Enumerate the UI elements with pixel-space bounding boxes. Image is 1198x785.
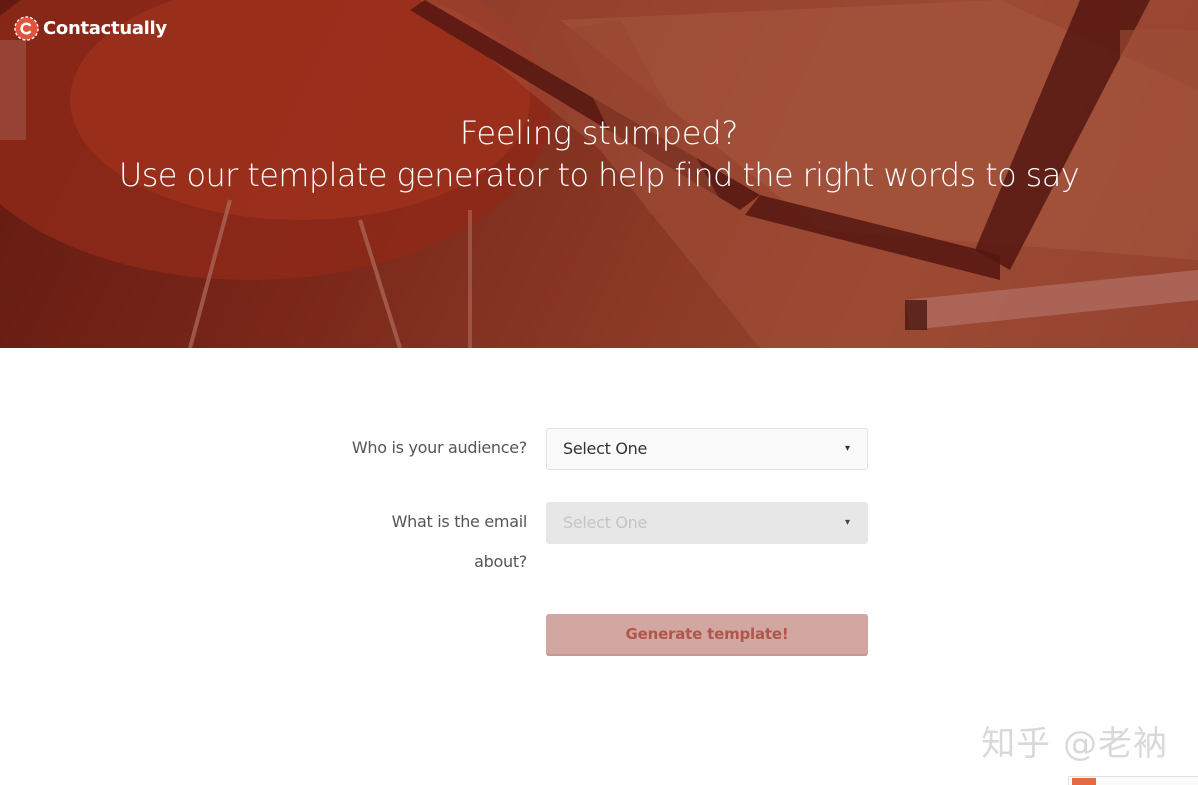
topic-label-line1: What is the email — [391, 512, 528, 531]
corner-widget[interactable] — [1068, 776, 1198, 785]
brand-name: Contactually — [43, 18, 167, 39]
topic-select[interactable]: Select One ▾ — [546, 502, 868, 544]
caret-down-icon: ▾ — [844, 517, 850, 528]
topic-label-line2: about? — [474, 552, 527, 571]
audience-select[interactable]: Select One ▾ — [546, 428, 868, 470]
hero-heading-line2: Use our template generator to help find … — [118, 156, 1080, 194]
hero-heading: Feeling stumped? Use our template genera… — [0, 112, 1198, 196]
audience-label: Who is your audience? — [351, 438, 527, 457]
corner-widget-icon — [1072, 778, 1096, 785]
audience-select-value: Select One — [563, 439, 648, 458]
hero-banner: Contactually Feeling stumped? Use our te… — [0, 0, 1198, 348]
topic-select-value: Select One — [563, 513, 648, 532]
caret-down-icon: ▾ — [844, 443, 850, 454]
hero-heading-line1: Feeling stumped? — [459, 114, 739, 152]
brand-logo-link[interactable]: Contactually — [14, 16, 167, 41]
watermark-text: 知乎 @老衲 — [981, 724, 1168, 764]
template-generator-page: Contactually Feeling stumped? Use our te… — [0, 0, 1198, 785]
generate-template-button[interactable]: Generate template! — [546, 614, 868, 654]
contactually-logo-icon — [14, 16, 39, 41]
